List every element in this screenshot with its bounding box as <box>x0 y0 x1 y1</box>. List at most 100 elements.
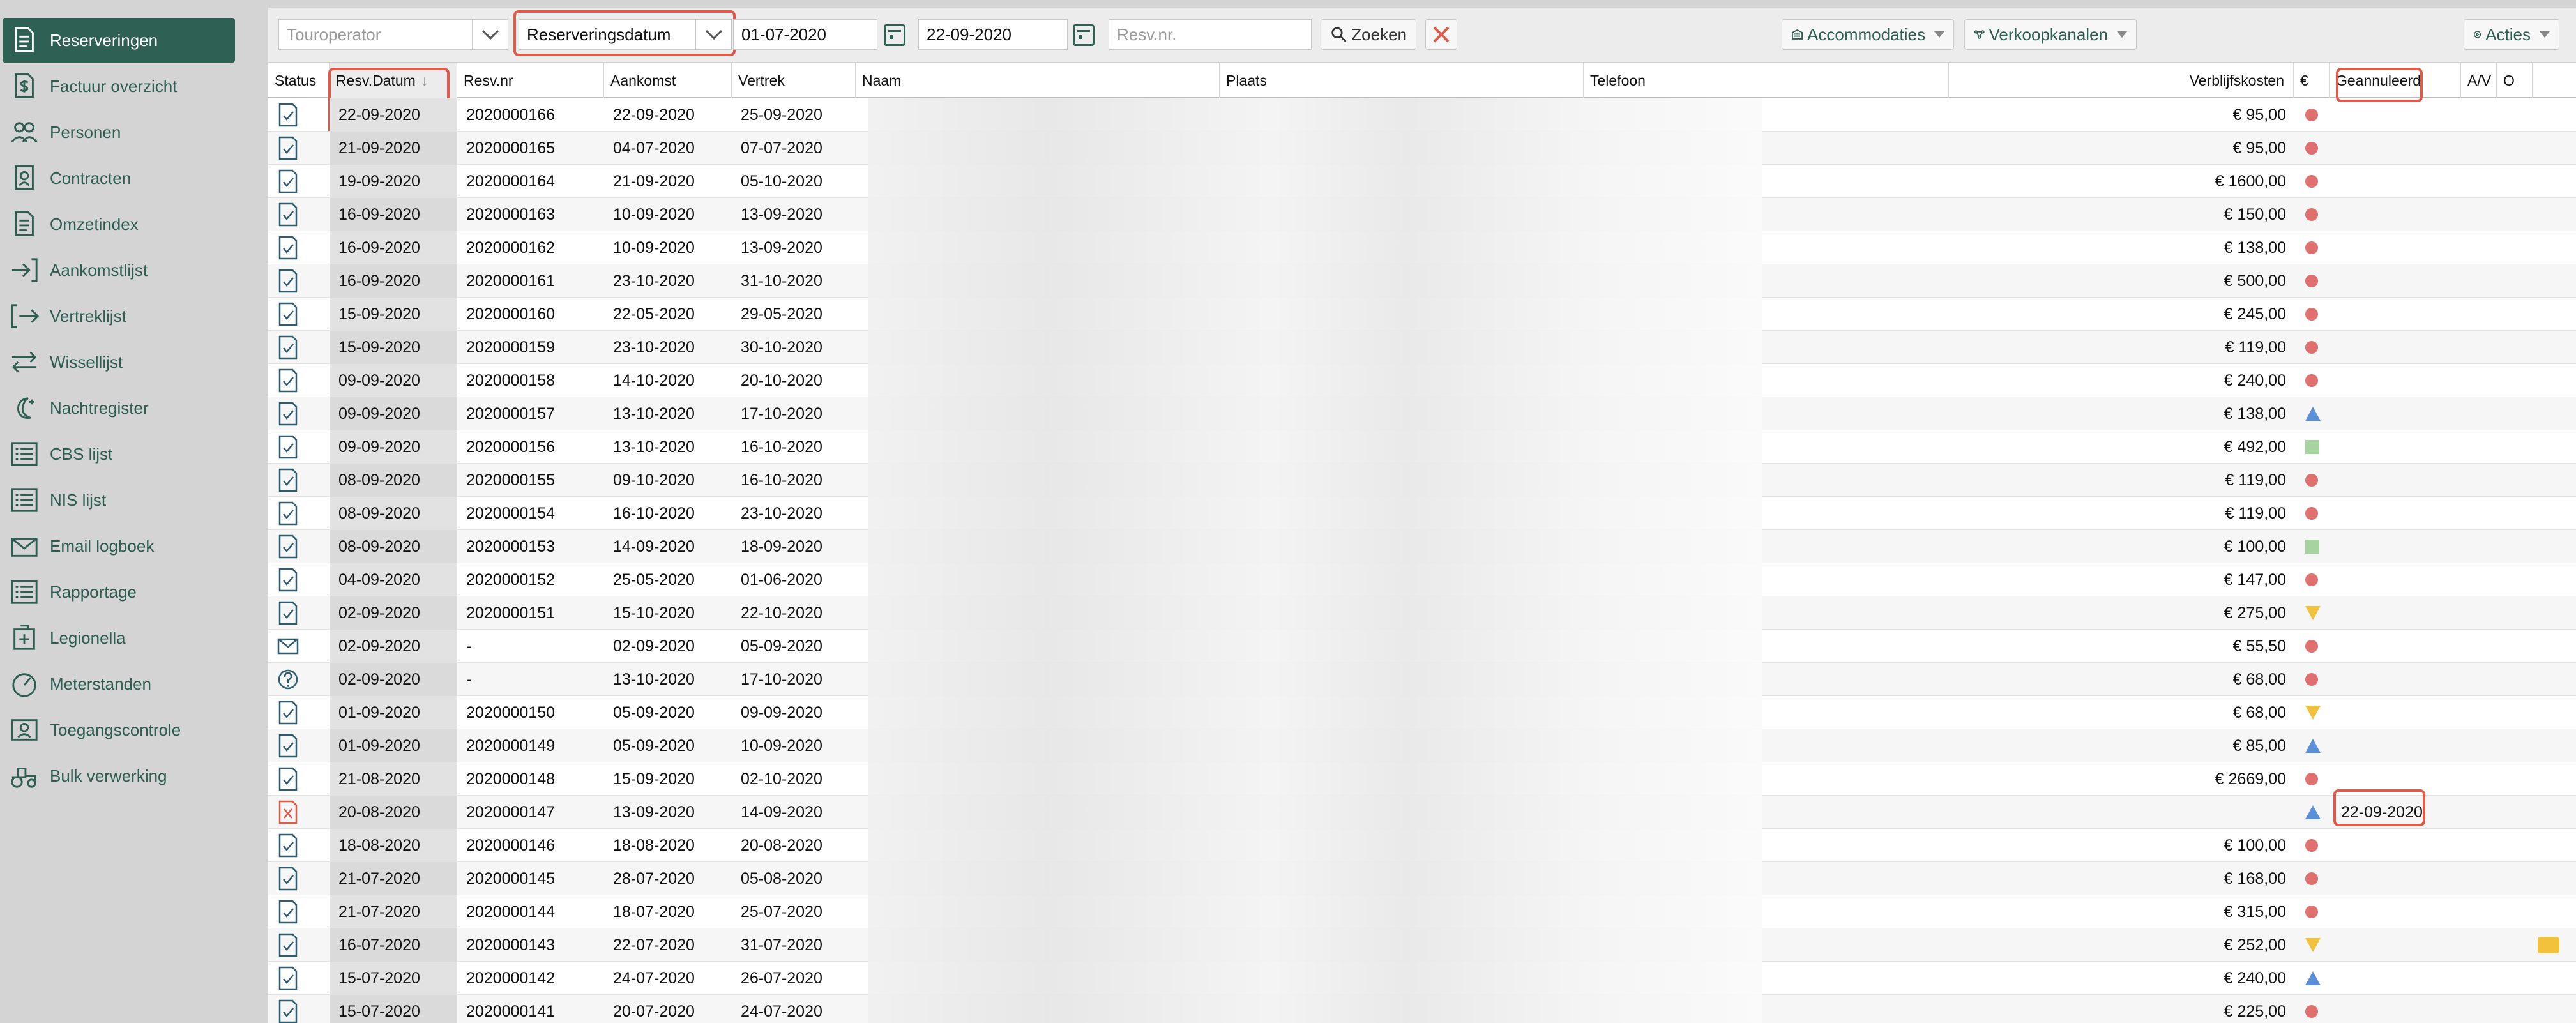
comment-cell[interactable] <box>2529 928 2567 962</box>
status-cell[interactable] <box>268 264 330 298</box>
col-av[interactable]: A/V <box>2461 63 2497 98</box>
resv-nr-cell[interactable]: 2020000159 <box>457 331 604 364</box>
resv-nr-cell[interactable]: 2020000153 <box>457 530 604 563</box>
status-cell[interactable] <box>268 298 330 331</box>
status-cell[interactable] <box>268 563 330 596</box>
status-cell[interactable] <box>268 364 330 397</box>
status-cell[interactable] <box>268 198 330 231</box>
status-cell[interactable] <box>268 729 330 762</box>
sidebar-item-cbs-lijst[interactable]: CBS lijst <box>3 432 235 476</box>
status-cell[interactable] <box>268 630 330 663</box>
resv-nr-cell[interactable]: 2020000144 <box>457 895 604 928</box>
resv-nr-cell[interactable]: 2020000157 <box>457 397 604 430</box>
sidebar-item-reserveringen[interactable]: Reserveringen <box>3 18 235 63</box>
touroperator-select[interactable]: Touroperator <box>278 19 508 50</box>
date-from-input[interactable]: 01-07-2020 <box>733 19 877 50</box>
sidebar-item-vertreklijst[interactable]: Vertreklijst <box>3 294 235 338</box>
sidebar-item-aankomstlijst[interactable]: Aankomstlijst <box>3 248 235 292</box>
clear-button[interactable] <box>1425 19 1457 50</box>
status-cell[interactable] <box>268 397 330 430</box>
resv-nr-cell[interactable]: 2020000161 <box>457 264 604 298</box>
status-cell[interactable] <box>268 796 330 829</box>
sidebar-item-rapportage[interactable]: Rapportage <box>3 570 235 614</box>
col-euro[interactable]: € <box>2294 63 2330 98</box>
resv-nr-cell[interactable]: 2020000154 <box>457 497 604 530</box>
resv-nr-cell[interactable]: 2020000142 <box>457 962 604 995</box>
search-button[interactable]: Zoeken <box>1321 19 1416 50</box>
resv-nr-cell[interactable]: 2020000143 <box>457 928 604 962</box>
sidebar-item-wissellijst[interactable]: Wissellijst <box>3 340 235 384</box>
status-cell[interactable] <box>268 430 330 464</box>
accommodaties-button[interactable]: Accommodaties <box>1782 19 1954 50</box>
sidebar-item-meterstanden[interactable]: Meterstanden <box>3 662 235 706</box>
sidebar-item-nachtregister[interactable]: Nachtregister <box>3 386 235 430</box>
status-cell[interactable] <box>268 596 330 630</box>
calendar-icon[interactable] <box>884 24 905 46</box>
resv-nr-cell[interactable]: 2020000145 <box>457 862 604 895</box>
status-cell[interactable] <box>268 696 330 729</box>
status-cell[interactable] <box>268 331 330 364</box>
col-verblijfskosten[interactable]: Verblijfskosten <box>1949 63 2294 98</box>
resv-nr-cell[interactable]: 2020000151 <box>457 596 604 630</box>
col-telefoon[interactable]: Telefoon <box>1584 63 1949 98</box>
col-naam[interactable]: Naam <box>856 63 1220 98</box>
resv-nr-cell[interactable]: - <box>457 663 604 696</box>
resv-nr-input[interactable]: Resv.nr. <box>1109 19 1312 50</box>
resv-nr-cell[interactable]: 2020000166 <box>457 98 604 132</box>
resv-nr-cell[interactable]: 2020000141 <box>457 995 604 1023</box>
resv-nr-cell[interactable]: 2020000147 <box>457 796 604 829</box>
status-cell[interactable] <box>268 895 330 928</box>
resv-nr-cell[interactable]: 2020000156 <box>457 430 604 464</box>
col-vertrek[interactable]: Vertrek <box>732 63 856 98</box>
date-to-input[interactable]: 22-09-2020 <box>918 19 1068 50</box>
status-cell[interactable] <box>268 98 330 132</box>
verkoopkanalen-button[interactable]: Verkoopkanalen <box>1964 19 2137 50</box>
resv-nr-cell[interactable]: 2020000162 <box>457 231 604 264</box>
status-cell[interactable] <box>268 530 330 563</box>
payment-status-cell <box>2294 928 2330 962</box>
sidebar-item-email-logboek[interactable]: Email logboek <box>3 524 235 568</box>
calendar-icon[interactable] <box>1073 24 1095 46</box>
status-cell[interactable] <box>268 762 330 796</box>
verblijfskosten-cell: € 100,00 <box>2224 537 2286 556</box>
resv-nr-cell[interactable]: 2020000149 <box>457 729 604 762</box>
status-cell[interactable] <box>268 663 330 696</box>
payment-status-icon <box>2305 109 2318 121</box>
sidebar-item-toegangscontrole[interactable]: Toegangscontrole <box>3 708 235 752</box>
resv-nr-cell[interactable]: 2020000150 <box>457 696 604 729</box>
acties-button[interactable]: Acties <box>2464 19 2559 50</box>
status-cell[interactable] <box>268 962 330 995</box>
resv-nr-cell[interactable]: 2020000158 <box>457 364 604 397</box>
status-cell[interactable] <box>268 231 330 264</box>
payment-status-cell <box>2294 264 2330 298</box>
status-cell[interactable] <box>268 165 330 198</box>
status-cell[interactable] <box>268 464 330 497</box>
col-aankomst[interactable]: Aankomst <box>604 63 732 98</box>
status-cell[interactable] <box>268 829 330 862</box>
status-cell[interactable] <box>268 928 330 962</box>
resv-nr-cell[interactable]: 2020000152 <box>457 563 604 596</box>
resv-nr-cell[interactable]: 2020000148 <box>457 762 604 796</box>
resv-nr-cell[interactable]: 2020000163 <box>457 198 604 231</box>
sidebar-item-bulk-verwerking[interactable]: Bulk verwerking <box>3 754 235 798</box>
sidebar-item-personen[interactable]: Personen <box>3 110 235 155</box>
resv-nr-cell[interactable]: 2020000165 <box>457 132 604 165</box>
status-cell[interactable] <box>268 497 330 530</box>
sidebar-item-omzetindex[interactable]: Omzetindex <box>3 202 235 246</box>
col-o[interactable]: O <box>2497 63 2533 98</box>
col-resv-nr[interactable]: Resv.nr <box>457 63 604 98</box>
status-cell[interactable] <box>268 132 330 165</box>
sidebar-item-nis-lijst[interactable]: NIS lijst <box>3 478 235 522</box>
resv-nr-cell[interactable]: 2020000146 <box>457 829 604 862</box>
sidebar-item-factuur-overzicht[interactable]: Factuur overzicht <box>3 64 235 109</box>
sidebar-item-contracten[interactable]: Contracten <box>3 156 235 201</box>
resv-nr-cell[interactable]: 2020000155 <box>457 464 604 497</box>
status-cell[interactable] <box>268 862 330 895</box>
col-plaats[interactable]: Plaats <box>1220 63 1584 98</box>
resv-nr-cell[interactable]: 2020000164 <box>457 165 604 198</box>
col-status[interactable]: Status <box>268 63 330 98</box>
resv-nr-cell[interactable]: 2020000160 <box>457 298 604 331</box>
status-cell[interactable] <box>268 995 330 1023</box>
resv-nr-cell[interactable]: - <box>457 630 604 663</box>
sidebar-item-legionella[interactable]: Legionella <box>3 616 235 660</box>
